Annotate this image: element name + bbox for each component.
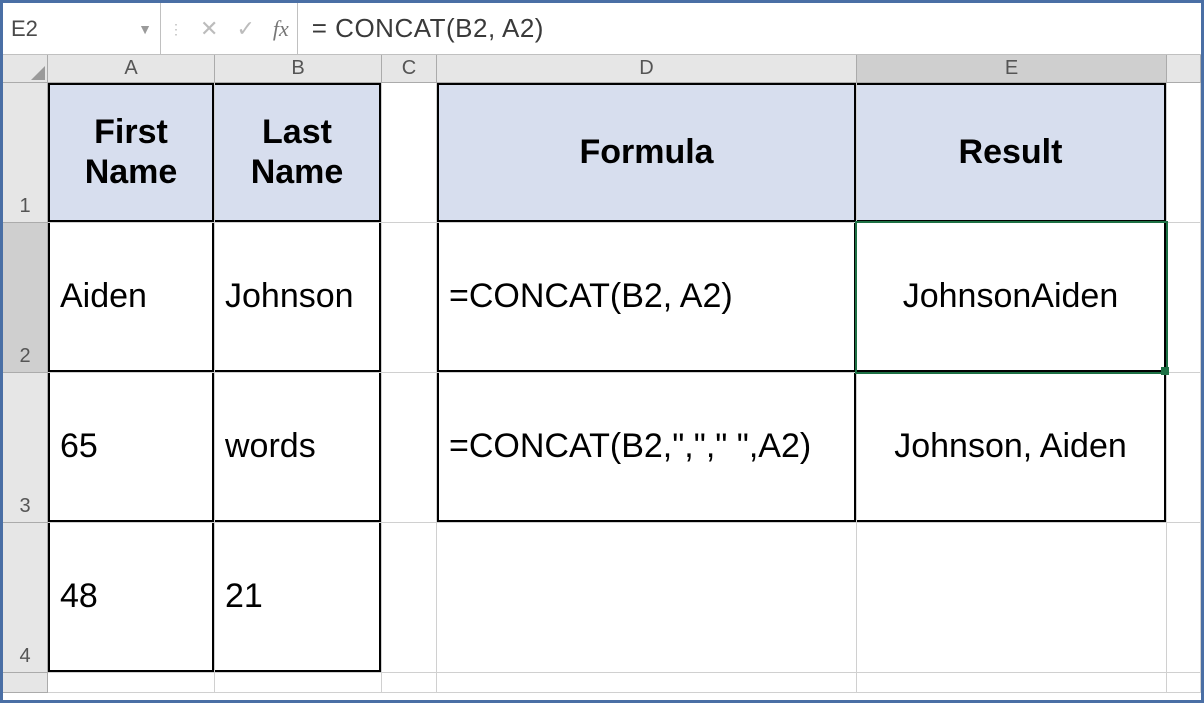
value-D2: =CONCAT(B2, A2) — [437, 223, 856, 372]
cell-rest-2 — [1167, 223, 1201, 373]
cell-B1[interactable]: Last Name — [215, 83, 382, 223]
header-last-name: Last Name — [215, 83, 381, 222]
column-header-D[interactable]: D — [437, 55, 857, 82]
value-B4: 21 — [215, 523, 381, 672]
value-A4: 48 — [48, 523, 214, 672]
select-all-triangle[interactable] — [3, 55, 48, 82]
cell-E5[interactable] — [857, 673, 1167, 693]
cell-D2[interactable]: =CONCAT(B2, A2) — [437, 223, 857, 373]
cell-E3[interactable]: Johnson, Aiden — [857, 373, 1167, 523]
cell-B3[interactable]: words — [215, 373, 382, 523]
column-header-E[interactable]: E — [857, 55, 1167, 82]
row-header-4[interactable]: 4 — [3, 523, 48, 673]
cancel-formula-icon[interactable]: ✕ — [200, 16, 218, 42]
row-2: 2 Aiden Johnson =CONCAT(B2, A2) JohnsonA… — [3, 223, 1201, 373]
cell-D3[interactable]: =CONCAT(B2,","," ",A2) — [437, 373, 857, 523]
name-box-dropdown-icon[interactable]: ▼ — [138, 21, 152, 37]
row-5-sliver — [3, 673, 1201, 693]
header-first-name: First Name — [48, 83, 214, 222]
cell-B5[interactable] — [215, 673, 382, 693]
worksheet-area: A B C D E 1 First Name Last Name Formula — [3, 55, 1201, 700]
cell-rest-1 — [1167, 83, 1201, 223]
row-1: 1 First Name Last Name Formula Result — [3, 83, 1201, 223]
value-E3: Johnson, Aiden — [857, 373, 1166, 522]
row-3: 3 65 words =CONCAT(B2,","," ",A2) Johnso… — [3, 373, 1201, 523]
row-header-2[interactable]: 2 — [3, 223, 48, 373]
cell-D1[interactable]: Formula — [437, 83, 857, 223]
cell-A5[interactable] — [48, 673, 215, 693]
cell-C2[interactable] — [382, 223, 437, 373]
cell-D5[interactable] — [437, 673, 857, 693]
row-header-3[interactable]: 3 — [3, 373, 48, 523]
cell-A3[interactable]: 65 — [48, 373, 215, 523]
column-header-A[interactable]: A — [48, 55, 215, 82]
cell-C3[interactable] — [382, 373, 437, 523]
formula-input-value: = CONCAT(B2, A2) — [312, 13, 544, 44]
cell-A2[interactable]: Aiden — [48, 223, 215, 373]
accept-formula-icon[interactable]: ✓ — [236, 16, 254, 42]
cell-B4[interactable]: 21 — [215, 523, 382, 673]
name-box-value: E2 — [11, 16, 134, 42]
cell-E4[interactable] — [857, 523, 1167, 673]
cell-D4[interactable] — [437, 523, 857, 673]
cell-C4[interactable] — [382, 523, 437, 673]
rows: 1 First Name Last Name Formula Result 2 — [3, 83, 1201, 700]
cell-C5[interactable] — [382, 673, 437, 693]
header-formula: Formula — [437, 83, 856, 222]
cell-rest-3 — [1167, 373, 1201, 523]
row-header-1[interactable]: 1 — [3, 83, 48, 223]
expand-formula-bar-icon[interactable]: ⋮ — [169, 22, 182, 36]
value-D3: =CONCAT(B2,","," ",A2) — [437, 373, 856, 522]
column-header-row: A B C D E — [3, 55, 1201, 83]
cell-rest-4 — [1167, 523, 1201, 673]
column-header-B[interactable]: B — [215, 55, 382, 82]
name-box[interactable]: E2 ▼ — [3, 3, 161, 54]
cell-C1[interactable] — [382, 83, 437, 223]
header-result: Result — [857, 83, 1166, 222]
value-B2: Johnson — [215, 223, 381, 372]
column-header-C[interactable]: C — [382, 55, 437, 82]
cell-B2[interactable]: Johnson — [215, 223, 382, 373]
cell-E2[interactable]: JohnsonAiden — [857, 223, 1167, 373]
cell-rest-5 — [1167, 673, 1201, 693]
row-4: 4 48 21 — [3, 523, 1201, 673]
cell-E1[interactable]: Result — [857, 83, 1167, 223]
formula-input[interactable]: = CONCAT(B2, A2) — [298, 3, 1201, 54]
formula-bar-button-group: ⋮ ✕ ✓ fx — [161, 3, 298, 54]
value-A2: Aiden — [48, 223, 214, 372]
value-A3: 65 — [48, 373, 214, 522]
row-header-5[interactable] — [3, 673, 48, 693]
formula-bar: E2 ▼ ⋮ ✕ ✓ fx = CONCAT(B2, A2) — [3, 3, 1201, 55]
insert-function-icon[interactable]: fx — [273, 16, 289, 42]
column-header-rest — [1167, 55, 1201, 82]
value-B3: words — [215, 373, 381, 522]
cell-A4[interactable]: 48 — [48, 523, 215, 673]
value-E2: JohnsonAiden — [857, 223, 1166, 372]
excel-window: E2 ▼ ⋮ ✕ ✓ fx = CONCAT(B2, A2) A B C D E — [0, 0, 1204, 703]
cell-A1[interactable]: First Name — [48, 83, 215, 223]
